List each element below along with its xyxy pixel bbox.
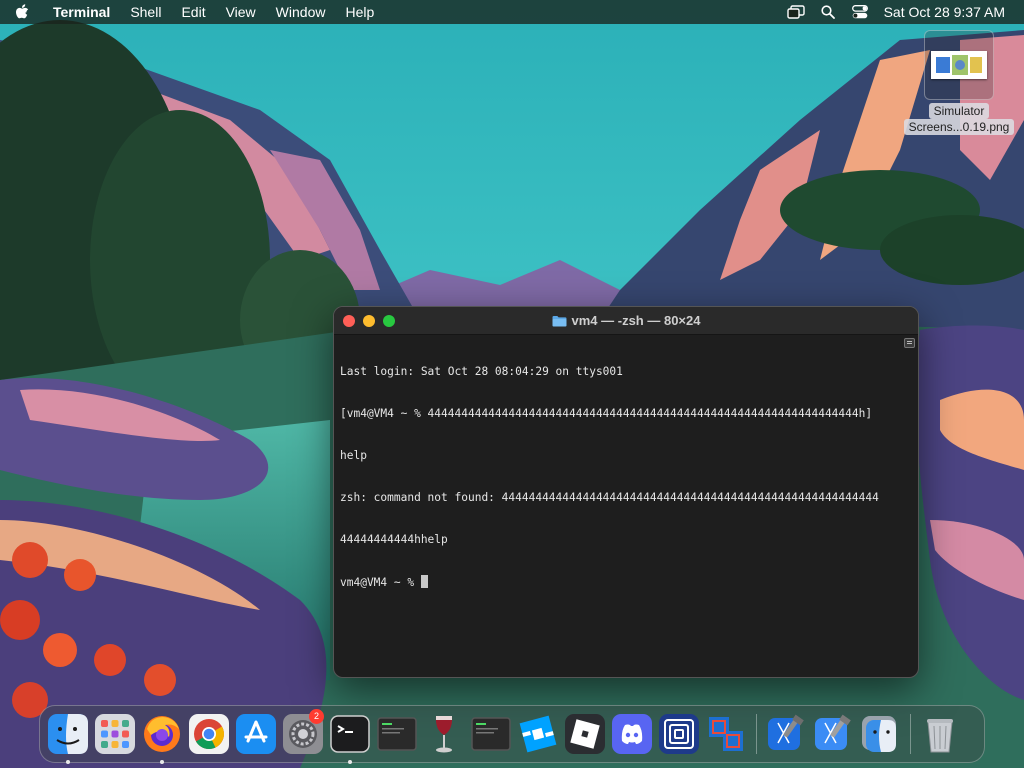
menu-view[interactable]: View [216, 0, 266, 24]
dock-system-settings[interactable]: 2 [280, 709, 326, 757]
app-store-icon [236, 714, 276, 754]
discord-icon [612, 714, 652, 754]
dock-terminal[interactable] [327, 711, 373, 764]
running-indicator [66, 760, 70, 764]
minimize-button[interactable] [363, 315, 375, 327]
dock-roblox[interactable] [562, 711, 608, 757]
terminal-prompt-line[interactable]: vm4@VM4 ~ % [340, 575, 912, 589]
dock-sonar[interactable] [656, 711, 702, 757]
finder-alt-icon [862, 716, 896, 752]
menu-shell[interactable]: Shell [120, 0, 171, 24]
dock-separator [756, 714, 757, 754]
spotlight-search-icon[interactable] [812, 0, 844, 24]
trash-icon [927, 719, 953, 753]
chrome-icon [189, 714, 229, 754]
close-button[interactable] [343, 315, 355, 327]
menu-help[interactable]: Help [335, 0, 384, 24]
apple-menu-icon[interactable] [0, 0, 44, 24]
window-controls [343, 315, 395, 327]
menu-edit[interactable]: Edit [171, 0, 215, 24]
screen-mirroring-icon[interactable] [780, 0, 812, 24]
terminal-prompt: vm4@VM4 ~ % [340, 576, 421, 589]
xcode-icon [768, 714, 804, 750]
desktop-file-label: Simulator Screens...0.19.png [903, 103, 1015, 135]
menu-bar-clock[interactable]: Sat Oct 28 9:37 AM [876, 4, 1024, 20]
dock-finder-alt[interactable] [857, 711, 903, 757]
virtualbox-icon [709, 717, 743, 751]
terminal-scroll-marker-button[interactable] [904, 338, 915, 348]
dock-console-2[interactable] [468, 711, 514, 757]
firefox-icon [144, 716, 180, 752]
console-icon [471, 717, 511, 751]
menu-window[interactable]: Window [266, 0, 336, 24]
dock-separator [910, 714, 911, 754]
dock-launchpad[interactable] [92, 711, 138, 757]
terminal-line: zsh: command not found: 4444444444444444… [340, 491, 879, 504]
folder-icon [552, 315, 567, 327]
dock-xcode-beta[interactable] [810, 711, 856, 757]
zoom-button[interactable] [383, 315, 395, 327]
dock-firefox[interactable] [139, 711, 185, 764]
dock-console[interactable] [374, 711, 420, 757]
desktop-file-simulator-screenshot[interactable]: Simulator Screens...0.19.png [898, 30, 1020, 140]
dock-finder[interactable] [45, 711, 91, 764]
terminal-line: help [340, 449, 367, 462]
terminal-line: [vm4@VM4 ~ % 444444444444444444444444444… [340, 407, 873, 420]
dock: 2 [39, 705, 985, 764]
dock-discord[interactable] [609, 711, 655, 757]
menu-bar: Terminal Shell Edit View Window Help Sat… [0, 0, 1024, 24]
terminal-titlebar[interactable]: vm4 — -zsh — 80×24 [334, 307, 918, 335]
dock-chrome[interactable] [186, 711, 232, 757]
dock-roblox-studio[interactable] [515, 711, 561, 757]
file-thumbnail-preview [931, 51, 987, 79]
desktop-file-name-line1: Simulator [928, 103, 990, 119]
console-icon [377, 717, 417, 751]
terminal-cursor [420, 575, 428, 588]
notification-badge: 2 [309, 709, 324, 724]
menu-app-terminal[interactable]: Terminal [44, 0, 120, 24]
running-indicator [160, 760, 164, 764]
terminal-window[interactable]: vm4 — -zsh — 80×24 Last login: Sat Oct 2… [333, 306, 919, 678]
terminal-line: 44444444444hhelp [340, 533, 448, 546]
roblox-studio-icon [519, 715, 557, 753]
concentric-squares-icon [659, 714, 699, 754]
finder-icon [48, 714, 88, 754]
control-center-icon[interactable] [844, 0, 876, 24]
terminal-output[interactable]: Last login: Sat Oct 28 08:04:29 on ttys0… [334, 335, 918, 677]
terminal-icon [330, 715, 370, 753]
dock-xcode[interactable] [763, 711, 809, 757]
dock-virtualbox[interactable] [703, 711, 749, 757]
menu-bar-status-area: Sat Oct 28 9:37 AM [780, 0, 1024, 24]
png-thumbnail-icon [924, 30, 994, 100]
dock-wine[interactable] [421, 711, 467, 757]
dock-trash[interactable] [917, 711, 963, 757]
terminal-line: Last login: Sat Oct 28 08:04:29 on ttys0… [340, 365, 623, 378]
wine-icon [435, 716, 453, 753]
launchpad-icon [95, 714, 135, 754]
xcode-beta-icon [815, 714, 851, 750]
terminal-title-text: vm4 — -zsh — 80×24 [571, 313, 701, 328]
terminal-title: vm4 — -zsh — 80×24 [334, 313, 918, 328]
desktop-file-name-line2: Screens...0.19.png [903, 119, 1015, 135]
running-indicator [348, 760, 352, 764]
roblox-icon [565, 714, 605, 754]
dock-app-store[interactable] [233, 711, 279, 757]
